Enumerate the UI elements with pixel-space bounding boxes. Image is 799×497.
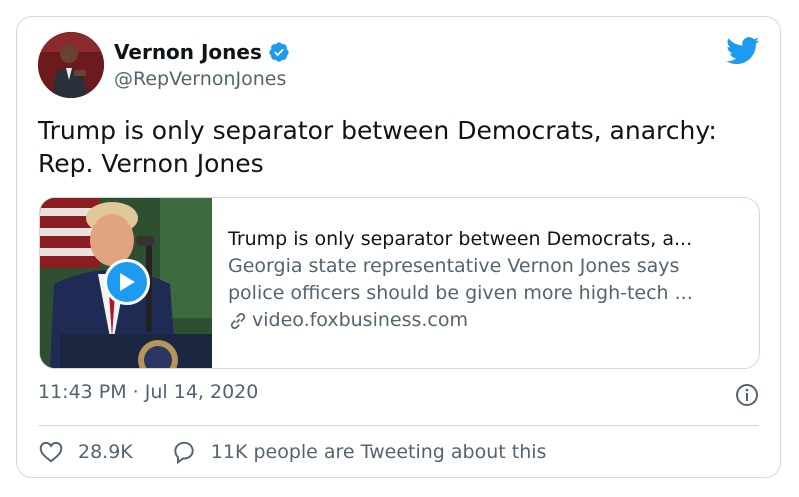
link-card[interactable]: Trump is only separator between Democrat… <box>39 197 760 369</box>
tweeting-about-link[interactable]: 11K people are Tweeting about this <box>171 439 547 465</box>
card-description: Georgia state representative Vernon Jone… <box>228 255 693 304</box>
like-button[interactable]: 28.9K <box>38 439 133 465</box>
tweeting-about-text[interactable]: 11K people are Tweeting about this <box>211 441 547 463</box>
like-count[interactable]: 28.9K <box>78 441 133 463</box>
card-body[interactable]: Trump is only separator between Democrat… <box>212 198 759 368</box>
play-icon <box>120 273 135 291</box>
twitter-bird-icon[interactable] <box>726 37 760 65</box>
avatar[interactable] <box>38 32 104 98</box>
card-video-thumbnail[interactable] <box>40 198 212 368</box>
action-bar: 28.9K 11K people are Tweeting about this <box>38 439 546 465</box>
heart-icon <box>39 441 63 463</box>
verified-badge-icon <box>269 42 289 62</box>
link-icon <box>230 312 246 329</box>
reply-bubble-icon <box>174 441 194 465</box>
info-icon[interactable] <box>735 383 759 407</box>
author-display-name[interactable]: Vernon Jones <box>114 40 262 64</box>
play-button[interactable] <box>104 259 150 305</box>
divider <box>38 425 759 426</box>
card-title[interactable]: Trump is only separator between Democrat… <box>228 226 748 253</box>
card-domain[interactable]: video.foxbusiness.com <box>252 307 468 334</box>
avatar-image <box>38 32 104 98</box>
author-handle[interactable]: @RepVernonJones <box>114 68 286 90</box>
tweet-timestamp[interactable]: 11:43 PM · Jul 14, 2020 <box>38 381 258 403</box>
tweet-embed: Vernon Jones @RepVernonJones Trump is on… <box>16 16 781 478</box>
tweet-text: Trump is only separator between Democrat… <box>38 116 717 178</box>
author-name-row[interactable]: Vernon Jones <box>114 40 290 64</box>
card-domain-row[interactable]: video.foxbusiness.com <box>228 307 759 334</box>
